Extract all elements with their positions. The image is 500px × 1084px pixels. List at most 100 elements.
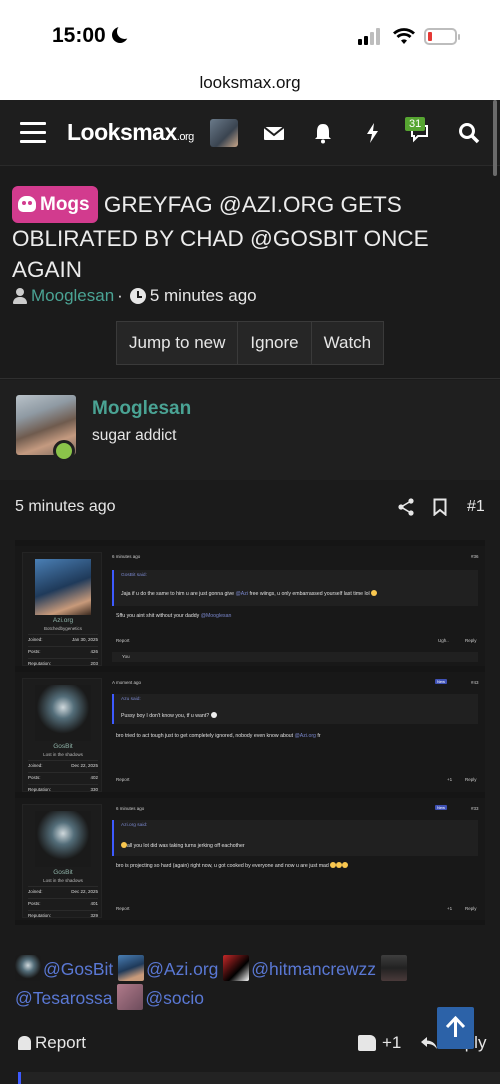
prefix-label: Mogs [40, 194, 90, 215]
like-button[interactable]: +1 [358, 1033, 401, 1053]
page-scrollbar[interactable] [493, 100, 497, 176]
site-navigation: Looksmax.org [0, 100, 500, 166]
divider [0, 378, 500, 379]
thread-author[interactable]: Mooglesan [31, 286, 114, 306]
embedded-post: GosBit Lost in the shadows Joined: Dec 22… [15, 672, 485, 792]
embedded-time: A moment ago [112, 680, 142, 685]
online-indicator [53, 440, 75, 462]
bell-icon[interactable] [312, 122, 334, 144]
url-bar[interactable]: looksmax.org [0, 70, 500, 100]
thread-time[interactable]: 5 minutes ago [150, 286, 257, 306]
embedded-report: Report [116, 638, 130, 643]
embedded-body: bro tried to act tough just to get compl… [116, 733, 321, 739]
thread-title: Mogs GREYFAG @AZI.ORG GETS OBLIRATED BY … [12, 186, 482, 285]
quote-author: Azi.org said: [121, 823, 148, 828]
embedded-user-title: Lost in the shadows [43, 878, 83, 883]
alerts-badge: 31 [405, 117, 426, 131]
embedded-avatar [35, 811, 91, 867]
thread-prefix[interactable]: Mogs [12, 186, 98, 223]
logo-main: Looksmax [67, 119, 177, 145]
signal-icon [358, 27, 384, 45]
lightning-icon[interactable] [362, 122, 384, 144]
mention-link[interactable]: @GosBit [43, 959, 113, 979]
share-icon[interactable] [398, 498, 414, 516]
post-user-title: sugar addict [92, 427, 177, 444]
reply-icon [421, 1037, 437, 1049]
logo-suffix: .org [176, 131, 194, 143]
embedded-avatar [35, 685, 91, 741]
embedded-post: GosBit Lost in the shadows Joined: Dec 22… [15, 798, 485, 920]
search-icon[interactable] [458, 122, 480, 144]
embedded-reply: Reply [465, 638, 477, 643]
embedded-stat: Posts: 402 [28, 772, 98, 780]
embedded-report: Report [116, 906, 130, 911]
quote-author: Azu said: [121, 697, 141, 702]
embedded-time: 6 minutes ago [112, 554, 141, 559]
quote-body: Jaja if u do the same to him u are just … [121, 590, 378, 597]
like-count: +1 [382, 1033, 402, 1052]
embedded-username: GosBit [53, 869, 73, 876]
embedded-body: Sffu you aint shit without your daddy @M… [116, 613, 232, 619]
inbox-icon[interactable] [263, 122, 285, 144]
embedded-reaction: Ugh.. [438, 638, 449, 643]
quote-author: GosBit said: [121, 573, 147, 578]
embedded-user-title: Botchedbygenetics [43, 626, 83, 631]
embedded-user-card: Azi.org Botchedbygenetics Joined: Jan 30,… [22, 552, 102, 666]
status-time: 15:00 [52, 24, 106, 47]
ignore-button[interactable]: Ignore [238, 322, 312, 364]
embedded-quote: Azu said: Pussy boy I don't know you, tf… [112, 694, 478, 724]
post-number[interactable]: #1 [467, 498, 485, 516]
site-logo[interactable]: Looksmax.org [67, 119, 194, 146]
embedded-user-card: GosBit Lost in the shadows Joined: Dec 22… [22, 804, 102, 918]
moon-icon [112, 24, 132, 43]
mention-link[interactable]: @Tesarossa [15, 988, 113, 1008]
embedded-user-card: GosBit Lost in the shadows Joined: Dec 22… [22, 678, 102, 792]
jump-to-new-button[interactable]: Jump to new [117, 322, 239, 364]
mention-avatar [223, 955, 250, 981]
wifi-icon [393, 28, 415, 44]
mention-avatar [118, 955, 145, 981]
report-icon [18, 1036, 31, 1050]
thumbs-up-icon [358, 1035, 376, 1051]
mention-list: @GosBit @Azi.org @hitmancrewzz @Tesaross… [15, 955, 490, 1013]
embedded-stat: Posts: 401 [28, 898, 98, 906]
menu-icon[interactable] [20, 122, 46, 144]
embedded-num: #43 [471, 680, 479, 685]
clock-icon [129, 288, 146, 304]
embedded-user-title: Lost in the shadows [43, 752, 83, 757]
embedded-num: #33 [471, 806, 479, 811]
embedded-reactions-bar: You [112, 652, 478, 662]
scroll-to-top-button[interactable] [437, 1007, 474, 1049]
embedded-stat: Reputation: 330 [28, 784, 98, 792]
bookmark-icon[interactable] [433, 498, 447, 516]
embedded-report: Report [116, 777, 130, 782]
mention-avatar [380, 955, 407, 981]
embedded-post: Azi.org Botchedbygenetics Joined: Jan 30,… [15, 546, 485, 666]
embedded-likes: +1 [447, 777, 453, 782]
post-time[interactable]: 5 minutes ago [15, 498, 116, 516]
watch-button[interactable]: Watch [312, 322, 384, 364]
embedded-username: Azi.org [52, 617, 74, 624]
account-avatar[interactable] [210, 119, 238, 147]
embedded-screenshot: Azi.org Botchedbygenetics Joined: Jan 30,… [15, 540, 485, 925]
embedded-body: bro is projecting so hard (again) right … [116, 862, 349, 869]
embedded-new-badge: New [435, 805, 448, 810]
report-button[interactable]: Report [18, 1033, 86, 1053]
report-label: Report [35, 1033, 87, 1052]
embedded-stat: Reputation: 329 [28, 910, 98, 918]
meta-separator: · [117, 286, 123, 305]
embedded-num: #36 [471, 554, 479, 559]
embedded-stat: Joined: Dec 22, 2025 [28, 760, 98, 768]
quote-body: all you lot did was taking turns jerking… [121, 842, 245, 849]
mention-link[interactable]: @Azi.org [146, 959, 218, 979]
mention-link[interactable]: @socio [145, 988, 204, 1008]
embedded-reply: Reply [465, 777, 477, 782]
post-user-block: Mooglesan sugar addict [0, 380, 500, 480]
user-icon [13, 288, 27, 304]
mention-avatar [15, 955, 41, 981]
embedded-stat: Joined: Dec 22, 2025 [28, 886, 98, 894]
embedded-likes: +1 [447, 906, 453, 911]
post-username[interactable]: Mooglesan [92, 398, 191, 420]
embedded-new-badge: New [435, 679, 448, 684]
mention-link[interactable]: @hitmancrewzz [251, 959, 376, 979]
